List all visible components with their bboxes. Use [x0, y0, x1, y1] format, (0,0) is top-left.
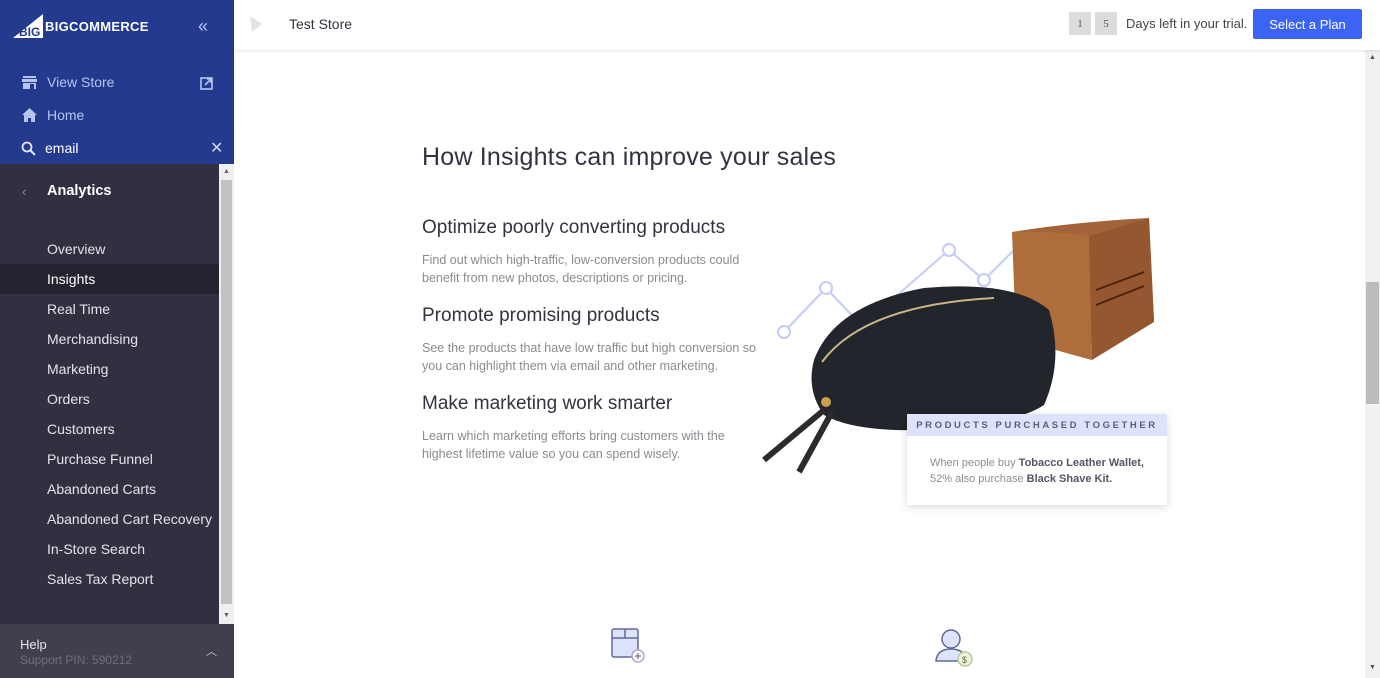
home-link[interactable]: Home: [0, 100, 234, 130]
select-plan-button[interactable]: Select a Plan: [1253, 9, 1362, 39]
product-a-name: Tobacco Leather Wallet,: [1018, 457, 1144, 469]
nav-item-merchandising[interactable]: Merchandising: [0, 324, 219, 354]
card-header: PRODUCTS PURCHASED TOGETHER: [907, 414, 1167, 436]
nav-item-abandoned-cart-recovery[interactable]: Abandoned Cart Recovery: [0, 504, 219, 534]
nav-item-real-time[interactable]: Real Time: [0, 294, 219, 324]
search-icon: [20, 140, 36, 156]
svg-text:$: $: [962, 655, 967, 665]
feature-heading: Make marketing work smarter: [422, 393, 673, 414]
feature-description: Learn which marketing efforts bring cust…: [422, 429, 725, 461]
card-body: When people buy Tobacco Leather Wallet, …: [907, 436, 1167, 487]
help-footer[interactable]: Help Support PIN: 590212 ︿: [0, 624, 234, 678]
purchased-together-card: PRODUCTS PURCHASED TOGETHER When people …: [907, 414, 1167, 505]
logo-mark-icon: BIG: [13, 14, 43, 38]
search-input[interactable]: email: [45, 140, 78, 156]
trial-text: Days left in your trial.: [1126, 16, 1248, 31]
back-chevron-icon[interactable]: ‹: [22, 184, 26, 199]
notification-bell-icon[interactable]: [248, 14, 266, 34]
clear-search-icon[interactable]: ✕: [210, 138, 223, 158]
nav-item-abandoned-carts[interactable]: Abandoned Carts: [0, 474, 219, 504]
trial-days-digit: 1: [1069, 12, 1091, 35]
store-name: Test Store: [289, 16, 353, 32]
nav-section-title: Analytics: [47, 183, 112, 199]
feature-heading: Promote promising products: [422, 305, 660, 326]
main-scroll-thumb[interactable]: [1366, 282, 1379, 404]
sidebar-scrollbar[interactable]: ▲ ▼: [219, 164, 234, 624]
storefront-icon: [21, 74, 37, 90]
sidebar-scroll-thumb[interactable]: [221, 180, 232, 604]
analytics-nav: ‹ Analytics Overview Insights Real Time …: [0, 164, 219, 624]
add-product-box-icon: [611, 628, 645, 663]
top-bar: Test Store 1 5 Days left in your trial. …: [234, 0, 1380, 50]
nav-item-customers[interactable]: Customers: [0, 414, 219, 444]
logo-text: BIGCOMMERCE: [45, 18, 149, 34]
scroll-up-arrow-icon[interactable]: ▲: [223, 168, 230, 175]
feature-description: Find out which high-traffic, low-convers…: [422, 253, 740, 285]
main-scrollbar[interactable]: ▲ ▼: [1365, 50, 1380, 678]
sidebar-header: BIG BIGCOMMERCE « View Store Home email …: [0, 0, 234, 164]
nav-item-purchase-funnel[interactable]: Purchase Funnel: [0, 444, 219, 474]
view-store-link[interactable]: View Store: [0, 67, 234, 97]
product-b-name: Black Shave Kit.: [1026, 473, 1113, 485]
nav-item-overview[interactable]: Overview: [0, 234, 219, 264]
nav-item-orders[interactable]: Orders: [0, 384, 219, 414]
svg-text:BIG: BIG: [19, 25, 40, 38]
feature-heading: Optimize poorly converting products: [422, 217, 726, 238]
page-title: How Insights can improve your sales: [422, 143, 837, 171]
nav-item-insights[interactable]: Insights: [0, 264, 219, 294]
scroll-down-arrow-icon[interactable]: ▼: [1369, 664, 1376, 671]
home-label: Home: [47, 107, 85, 123]
main-content: How Insights can improve your sales Opti…: [234, 50, 1365, 678]
chevron-up-icon[interactable]: ︿: [206, 643, 217, 659]
nav-item-marketing[interactable]: Marketing: [0, 354, 219, 384]
menu-search[interactable]: email ✕: [0, 133, 234, 163]
sidebar: BIG BIGCOMMERCE « View Store Home email …: [0, 0, 234, 678]
home-icon: [21, 107, 37, 123]
scroll-down-arrow-icon[interactable]: ▼: [223, 612, 230, 619]
nav-item-in-store-search[interactable]: In-Store Search: [0, 534, 219, 564]
support-pin: Support PIN: 590212: [20, 653, 133, 667]
customer-value-icon: $: [935, 629, 973, 667]
bigcommerce-logo[interactable]: BIG BIGCOMMERCE: [13, 14, 149, 38]
callout-text: When people buy: [930, 457, 1019, 469]
feature-description: See the products that have low traffic b…: [422, 341, 756, 373]
collapse-sidebar-icon[interactable]: «: [198, 16, 208, 37]
trial-days-digit: 5: [1095, 12, 1117, 35]
external-link-icon[interactable]: [200, 77, 213, 90]
scroll-up-arrow-icon[interactable]: ▲: [1369, 54, 1376, 61]
view-store-label: View Store: [47, 74, 115, 90]
help-label: Help: [20, 637, 47, 652]
callout-text: 52% also purchase: [930, 473, 1027, 485]
nav-item-sales-tax-report[interactable]: Sales Tax Report: [0, 564, 219, 594]
